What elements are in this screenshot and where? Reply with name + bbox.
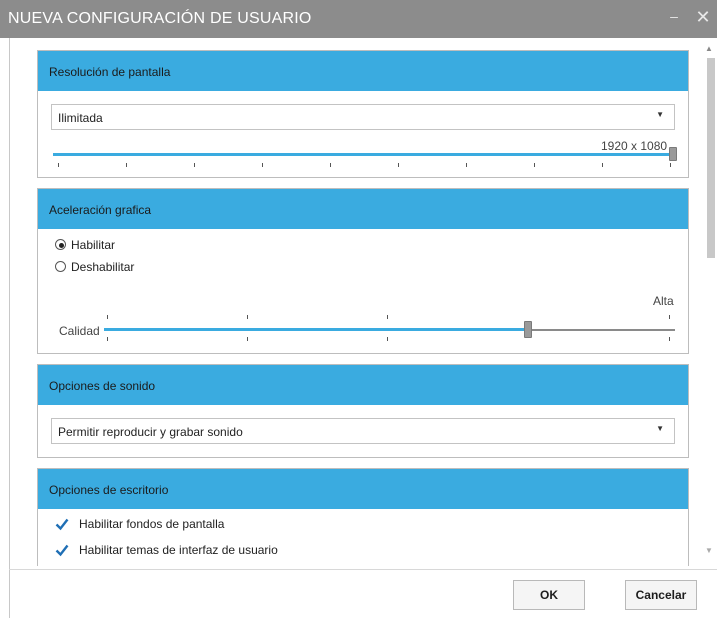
resolution-slider-tick: [398, 163, 399, 167]
resolution-slider-thumb[interactable]: [669, 147, 677, 161]
sound-panel-title: Opciones de sonido: [49, 379, 156, 393]
scroll-up-icon[interactable]: ▲: [703, 44, 715, 54]
quality-slider-tick: [387, 315, 388, 319]
cancel-button[interactable]: Cancelar: [625, 580, 697, 610]
resolution-panel-title: Resolución de pantalla: [49, 65, 171, 79]
graphics-panel: Aceleración grafica Habilitar Deshabilit…: [37, 188, 689, 354]
radio-unselected-icon: [55, 261, 66, 272]
ok-button[interactable]: OK: [513, 580, 585, 610]
quality-slider-track-empty[interactable]: [528, 329, 675, 331]
quality-slider-tick: [107, 337, 108, 341]
slider-max-label: Alta: [653, 294, 674, 308]
resolution-slider-tick: [194, 163, 195, 167]
quality-slider-tick: [247, 315, 248, 319]
left-divider: [9, 38, 10, 618]
checkmark-icon: [55, 544, 69, 557]
resolution-slider-tick: [126, 163, 127, 167]
resolution-slider-tick: [602, 163, 603, 167]
radio-selected-icon: [55, 239, 66, 250]
desktop-panel-header: Opciones de escritorio: [38, 469, 688, 509]
resolution-slider-tick: [670, 163, 671, 167]
resolution-dropdown-value: Ilimitada: [58, 111, 103, 125]
resolution-slider-tick: [58, 163, 59, 167]
resolution-slider-tick: [466, 163, 467, 167]
graphics-panel-header: Aceleración grafica: [38, 189, 688, 229]
quality-slider-tick: [107, 315, 108, 319]
chevron-down-icon: ▼: [656, 424, 664, 433]
quality-slider-thumb[interactable]: [524, 321, 532, 338]
checkbox-wallpapers-label: Habilitar fondos de pantalla: [79, 517, 225, 531]
resolution-panel: Resolución de pantalla Ilimitada ▼ 1920 …: [37, 50, 689, 178]
scrollbar-thumb[interactable]: [707, 58, 715, 258]
checkbox-themes-label: Habilitar temas de interfaz de usuario: [79, 543, 278, 557]
title-bar: NUEVA CONFIGURACIÓN DE USUARIO – ✕: [0, 0, 717, 38]
desktop-panel-title: Opciones de escritorio: [49, 483, 169, 497]
close-icon[interactable]: ✕: [693, 8, 713, 28]
resolution-slider-track[interactable]: [53, 153, 671, 156]
resolution-slider-tick: [534, 163, 535, 167]
resolution-value-label: 1920 x 1080: [601, 139, 668, 153]
sound-panel: Opciones de sonido Permitir reproducir y…: [37, 364, 689, 458]
radio-habilitar-label: Habilitar: [71, 238, 116, 252]
quality-slider-tick: [669, 337, 670, 341]
desktop-panel: Opciones de escritorio Habilitar fondos …: [37, 468, 689, 566]
chevron-down-icon: ▼: [656, 110, 664, 119]
sound-panel-header: Opciones de sonido: [38, 365, 688, 405]
quality-slider-track-filled[interactable]: [104, 328, 528, 331]
minimize-icon[interactable]: –: [668, 8, 680, 24]
resolution-slider-tick: [330, 163, 331, 167]
quality-slider-tick: [669, 315, 670, 319]
sound-dropdown[interactable]: Permitir reproducir y grabar sonido ▼: [51, 418, 675, 444]
window-title: NUEVA CONFIGURACIÓN DE USUARIO: [8, 10, 312, 27]
graphics-panel-title: Aceleración grafica: [49, 203, 152, 217]
resolution-dropdown[interactable]: Ilimitada ▼: [51, 104, 675, 130]
slider-min-label: Calidad: [59, 324, 100, 338]
radio-deshabilitar-label: Deshabilitar: [71, 260, 135, 274]
sound-dropdown-value: Permitir reproducir y grabar sonido: [58, 425, 243, 439]
quality-slider-tick: [247, 337, 248, 341]
quality-slider-tick: [387, 337, 388, 341]
footer-divider: [9, 569, 717, 570]
resolution-slider-tick: [262, 163, 263, 167]
resolution-panel-header: Resolución de pantalla: [38, 51, 688, 91]
scroll-down-icon[interactable]: ▼: [703, 546, 715, 556]
checkmark-icon: [55, 518, 69, 531]
